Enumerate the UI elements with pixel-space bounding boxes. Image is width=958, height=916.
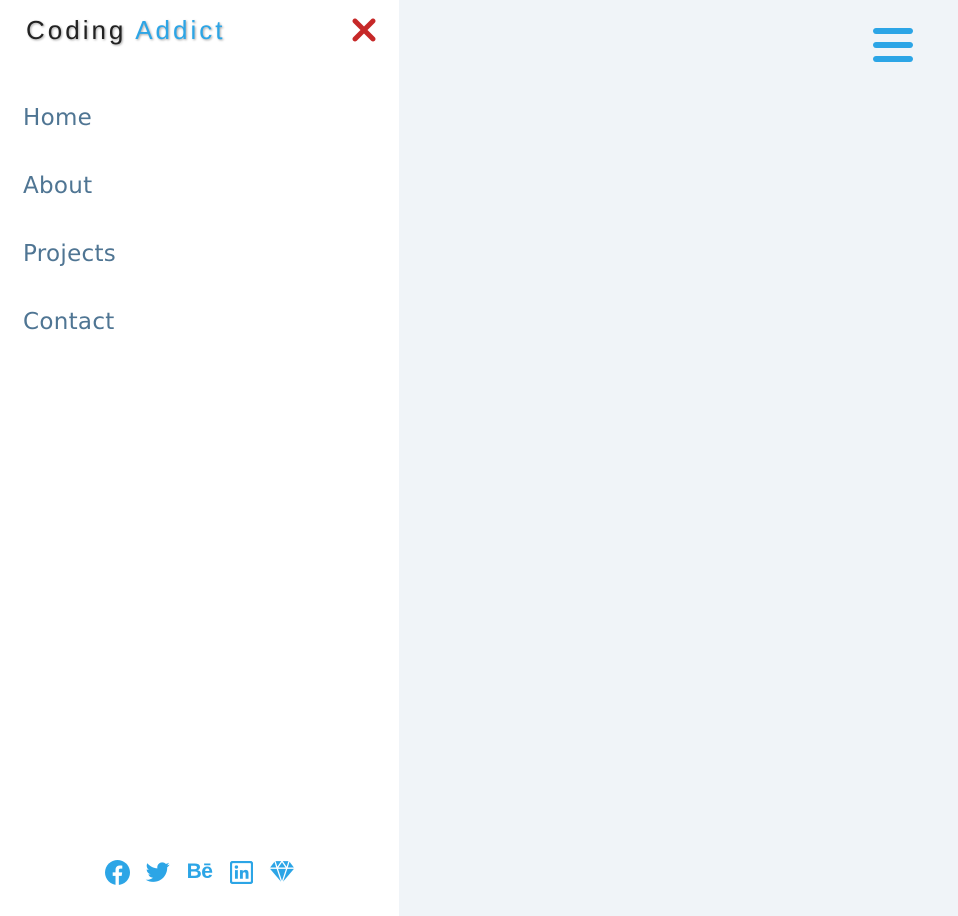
twitter-icon — [145, 862, 170, 882]
hamburger-menu-icon-bar — [873, 42, 913, 48]
behance-icon: Bē — [186, 860, 213, 883]
nav-link-home[interactable]: Home — [0, 84, 399, 152]
sketch-link[interactable] — [269, 859, 295, 885]
sidebar: Coding Addict Home About Projects Contac… — [0, 0, 399, 916]
facebook-icon — [105, 859, 130, 885]
twitter-link[interactable] — [145, 859, 171, 885]
nav-item-projects: Projects — [0, 220, 399, 288]
close-sidebar-button[interactable] — [350, 16, 378, 44]
nav-link-projects[interactable]: Projects — [0, 220, 399, 288]
nav-item-home: Home — [0, 84, 399, 152]
page: Coding Addict Home About Projects Contac… — [0, 0, 958, 916]
sketch-icon — [269, 860, 294, 884]
logo: Coding Addict — [26, 12, 225, 48]
behance-link[interactable]: Bē — [185, 859, 215, 885]
sidebar-toggle-button[interactable] — [871, 26, 915, 66]
social-icons: Bē — [0, 856, 399, 888]
sidebar-header: Coding Addict — [0, 0, 399, 62]
nav-link-about[interactable]: About — [0, 152, 399, 220]
linkedin-icon — [230, 860, 253, 884]
hamburger-menu-icon — [873, 28, 913, 34]
nav-links: Home About Projects Contact — [0, 84, 399, 356]
logo-part-coding: Coding — [26, 15, 127, 45]
nav-item-contact: Contact — [0, 288, 399, 356]
nav-link-contact[interactable]: Contact — [0, 288, 399, 356]
linkedin-link[interactable] — [229, 859, 255, 885]
hamburger-menu-icon-bar — [873, 56, 913, 62]
nav-item-about: About — [0, 152, 399, 220]
facebook-link[interactable] — [105, 859, 131, 885]
logo-part-addict: Addict — [135, 15, 226, 45]
close-icon — [352, 18, 376, 42]
